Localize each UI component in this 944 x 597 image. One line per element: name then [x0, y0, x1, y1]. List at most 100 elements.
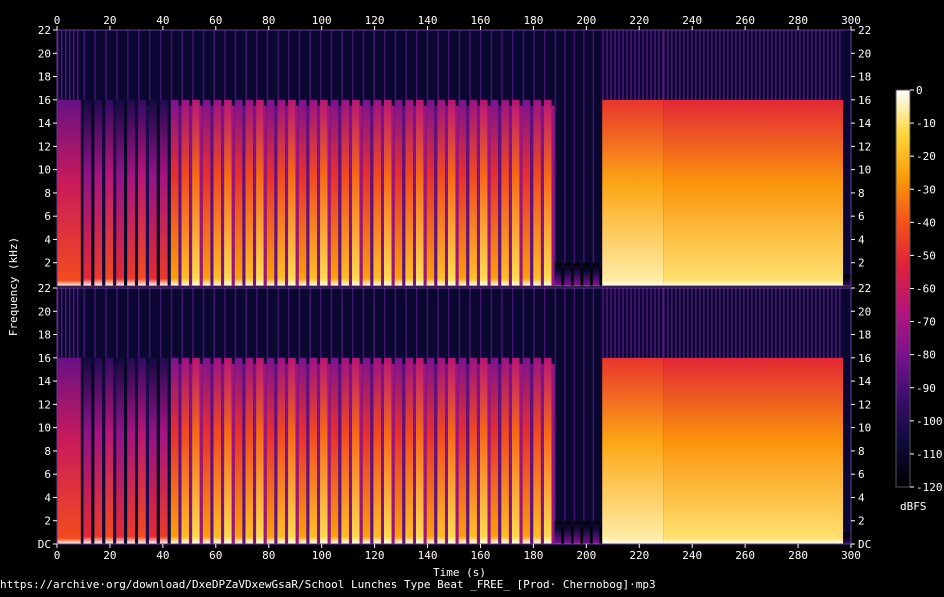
- spectral-burst: [592, 262, 600, 286]
- spectral-gap: [391, 363, 395, 544]
- spectral-burst: [583, 262, 591, 286]
- spectral-gap: [370, 363, 374, 544]
- upper-band-streak: [224, 288, 226, 358]
- spectral-gap: [476, 105, 480, 287]
- colorbar: 0 -10 -20 -30 -40 -50 -60 -70 -80 -90 -100 -110 -120: [895, 84, 943, 494]
- upper-band-streak: [602, 30, 604, 100]
- spectral-burst: [437, 357, 445, 544]
- upper-band-streak: [675, 288, 677, 358]
- upper-band-streak: [479, 288, 482, 358]
- spectral-gap: [327, 105, 331, 287]
- spectral-burst: [256, 357, 264, 544]
- spectral-gap: [530, 105, 534, 287]
- upper-band-streak: [288, 288, 290, 358]
- spectral-burst: [394, 99, 403, 287]
- upper-band-streak: [522, 30, 525, 100]
- upper-band-streak: [823, 288, 825, 358]
- upper-band-streak: [787, 288, 789, 358]
- channel-panel-1: [57, 30, 851, 287]
- upper-band-streak: [490, 288, 493, 358]
- spectral-burst: [245, 357, 254, 544]
- upper-band-streak: [803, 288, 805, 358]
- spectral-gap: [156, 363, 160, 544]
- spectral-burst: [437, 99, 445, 287]
- upper-band-streak: [687, 30, 689, 100]
- spectral-gap: [231, 105, 235, 287]
- y-tick-label: 16: [38, 94, 51, 107]
- y-tick-label: 2: [44, 515, 51, 528]
- upper-band-streak: [638, 30, 640, 100]
- upper-band-streak: [667, 288, 669, 358]
- upper-band-streak: [739, 288, 741, 358]
- spectral-gap: [102, 363, 106, 544]
- upper-band-streak: [138, 288, 140, 358]
- spectral-gap: [145, 105, 149, 287]
- upper-band-streak: [614, 288, 616, 358]
- spectral-gap: [402, 363, 406, 544]
- spectrogram-panels: [57, 30, 851, 544]
- upper-band-streak: [384, 288, 386, 358]
- upper-band-streak: [835, 288, 837, 358]
- spectral-gap: [455, 363, 459, 544]
- upper-band-streak: [819, 30, 821, 100]
- spectral-gap: [167, 105, 171, 287]
- y-tick-label: 16: [858, 94, 871, 107]
- colorbar-tick-label: -40: [916, 216, 936, 229]
- spectral-burst: [224, 99, 232, 287]
- upper-band-streak: [61, 30, 63, 100]
- upper-band-streak: [719, 288, 721, 358]
- upper-band-streak: [479, 30, 482, 100]
- upper-band-streak: [330, 30, 333, 100]
- spectral-gap: [455, 105, 459, 287]
- upper-band-streak: [543, 288, 546, 358]
- upper-band-streak: [775, 30, 777, 100]
- spectral-gap: [391, 105, 395, 287]
- y-axis-label: Frequency (kHz): [7, 236, 21, 337]
- x-tick-label: 300: [841, 549, 861, 562]
- upper-band-streak: [703, 288, 705, 358]
- spectral-segment: [663, 99, 844, 287]
- y-tick-label: 16: [858, 352, 871, 365]
- upper-band-streak: [630, 288, 632, 358]
- spectral-burst: [405, 357, 414, 544]
- spectral-burst: [384, 357, 392, 544]
- upper-band-streak: [458, 30, 461, 100]
- upper-band-streak: [731, 288, 733, 358]
- spectral-gap: [530, 363, 534, 544]
- upper-band-streak: [606, 30, 608, 100]
- spectral-burst: [341, 357, 350, 544]
- upper-band-streak: [727, 288, 729, 358]
- y-tick-label: 2: [44, 257, 51, 270]
- spectral-burst: [256, 99, 264, 287]
- spectral-burst: [341, 99, 350, 287]
- x-tick-label: 140: [418, 549, 438, 562]
- y-tick-label: 18: [858, 329, 871, 342]
- spectral-gap: [295, 363, 299, 544]
- upper-band-streak: [469, 288, 471, 358]
- spectral-burst: [522, 357, 531, 544]
- x-tick-label: 120: [365, 14, 385, 27]
- x-tick-label: 100: [312, 14, 332, 27]
- spectral-gap: [519, 105, 523, 287]
- spectral-burst: [511, 357, 520, 544]
- y-tick-label: 4: [858, 233, 865, 246]
- y-tick-label: 8: [44, 187, 51, 200]
- y-tick-label: 4: [858, 491, 865, 504]
- spectral-burst: [309, 357, 318, 544]
- spectral-gap: [199, 105, 203, 287]
- spectral-burst: [170, 357, 179, 544]
- spectral-burst: [202, 357, 211, 544]
- upper-band-streak: [69, 30, 71, 100]
- spectral-gap: [221, 363, 225, 544]
- spectral-burst: [224, 357, 232, 544]
- upper-band-streak: [775, 288, 777, 358]
- upper-band-streak: [807, 30, 809, 100]
- upper-band-streak: [533, 30, 535, 100]
- upper-band-streak: [715, 30, 717, 100]
- x-tick-label: 260: [735, 14, 755, 27]
- upper-band-streak: [795, 30, 797, 100]
- upper-band-streak: [330, 288, 333, 358]
- spectral-burst: [554, 262, 562, 286]
- upper-band-streak: [811, 288, 813, 358]
- upper-band-streak: [715, 288, 717, 358]
